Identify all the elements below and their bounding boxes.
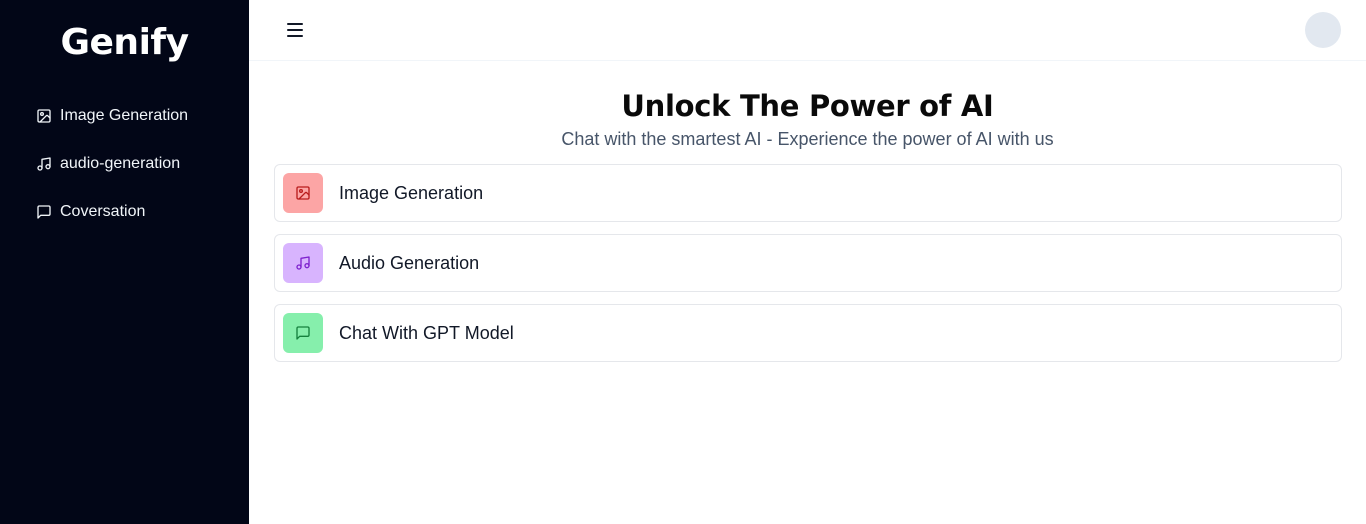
sidebar-item-label: Coversation [60,203,146,220]
top-bar [249,0,1366,61]
message-icon [36,204,52,220]
image-icon [36,108,52,124]
card-image-generation[interactable]: Image Generation [274,164,1342,222]
page-subtitle: Chat with the smartest AI - Experience t… [561,129,1054,149]
main-content: Unlock The Power of AI Chat with the sma… [249,0,1366,524]
music-icon [283,243,323,283]
hero: Unlock The Power of AI Chat with the sma… [249,89,1366,150]
tool-cards: Image Generation Audio Generation Chat W… [274,164,1342,374]
brand-logo[interactable]: Genify [0,22,249,63]
card-label: Chat With GPT Model [339,322,514,343]
page-title: Unlock The Power of AI [621,89,994,123]
music-icon [36,156,52,172]
avatar[interactable] [1305,12,1341,48]
card-chat-gpt[interactable]: Chat With GPT Model [274,304,1342,362]
sidebar-item-label: audio-generation [60,155,181,172]
hamburger-menu-icon[interactable] [287,22,303,38]
card-label: Audio Generation [339,252,480,273]
sidebar-nav: Image Generation audio-generation Covers… [0,92,249,236]
card-audio-generation[interactable]: Audio Generation [274,234,1342,292]
sidebar-item-audio-generation[interactable]: audio-generation [0,140,249,188]
sidebar-item-label: Image Generation [60,107,189,124]
sidebar: Genify Image Generation audio-generation… [0,0,249,524]
card-label: Image Generation [339,182,484,203]
message-icon [283,313,323,353]
sidebar-item-conversation[interactable]: Coversation [0,188,249,236]
sidebar-item-image-generation[interactable]: Image Generation [0,92,249,140]
image-icon [283,173,323,213]
